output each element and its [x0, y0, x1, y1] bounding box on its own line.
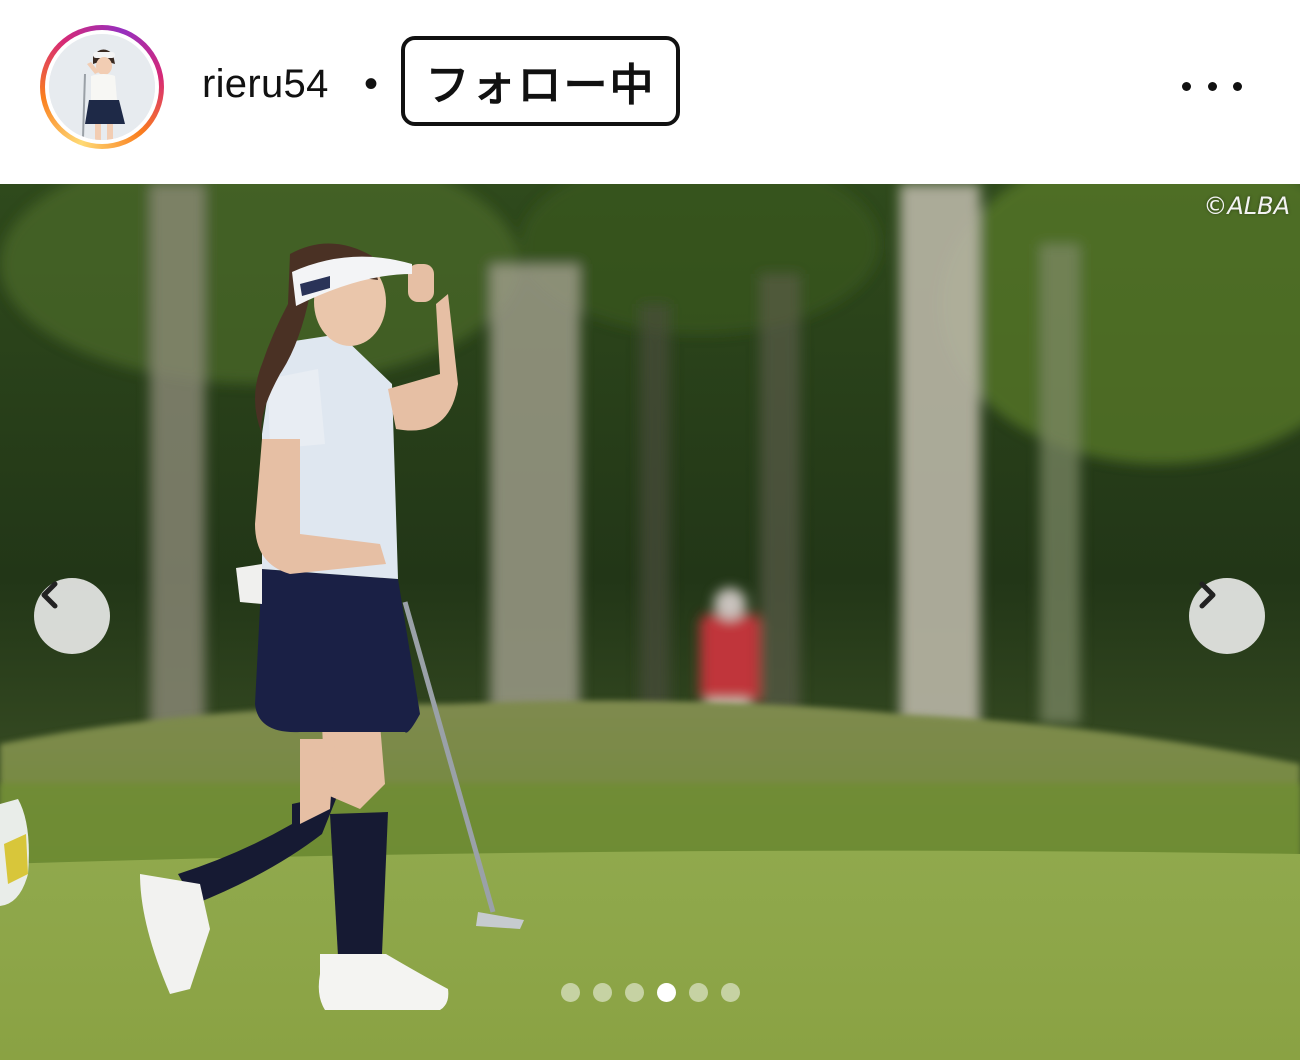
chevron-left-icon	[41, 581, 58, 609]
avatar-image	[49, 34, 155, 140]
following-button[interactable]: フォロー中	[401, 36, 680, 126]
carousel-dot	[625, 983, 644, 1002]
photo-credit: ©ALBA	[1203, 192, 1290, 220]
golf-photo	[0, 184, 1300, 1060]
more-options-icon[interactable]	[1182, 66, 1242, 106]
separator-dot: •	[364, 62, 379, 106]
post-header: rieru54 • フォロー中	[0, 0, 1300, 184]
carousel-dot	[561, 983, 580, 1002]
story-ring[interactable]	[40, 25, 164, 149]
avatar[interactable]	[49, 34, 155, 140]
carousel-dot	[721, 983, 740, 1002]
carousel-indicator	[561, 983, 740, 1002]
next-button[interactable]	[1189, 578, 1265, 654]
post-photo[interactable]: ©ALBA	[0, 184, 1300, 1060]
carousel-dot-active	[657, 983, 676, 1002]
carousel-dot	[593, 983, 612, 1002]
previous-button[interactable]	[34, 578, 110, 654]
chevron-right-icon	[1199, 581, 1216, 609]
carousel-dot	[689, 983, 708, 1002]
username[interactable]: rieru54	[202, 60, 329, 108]
